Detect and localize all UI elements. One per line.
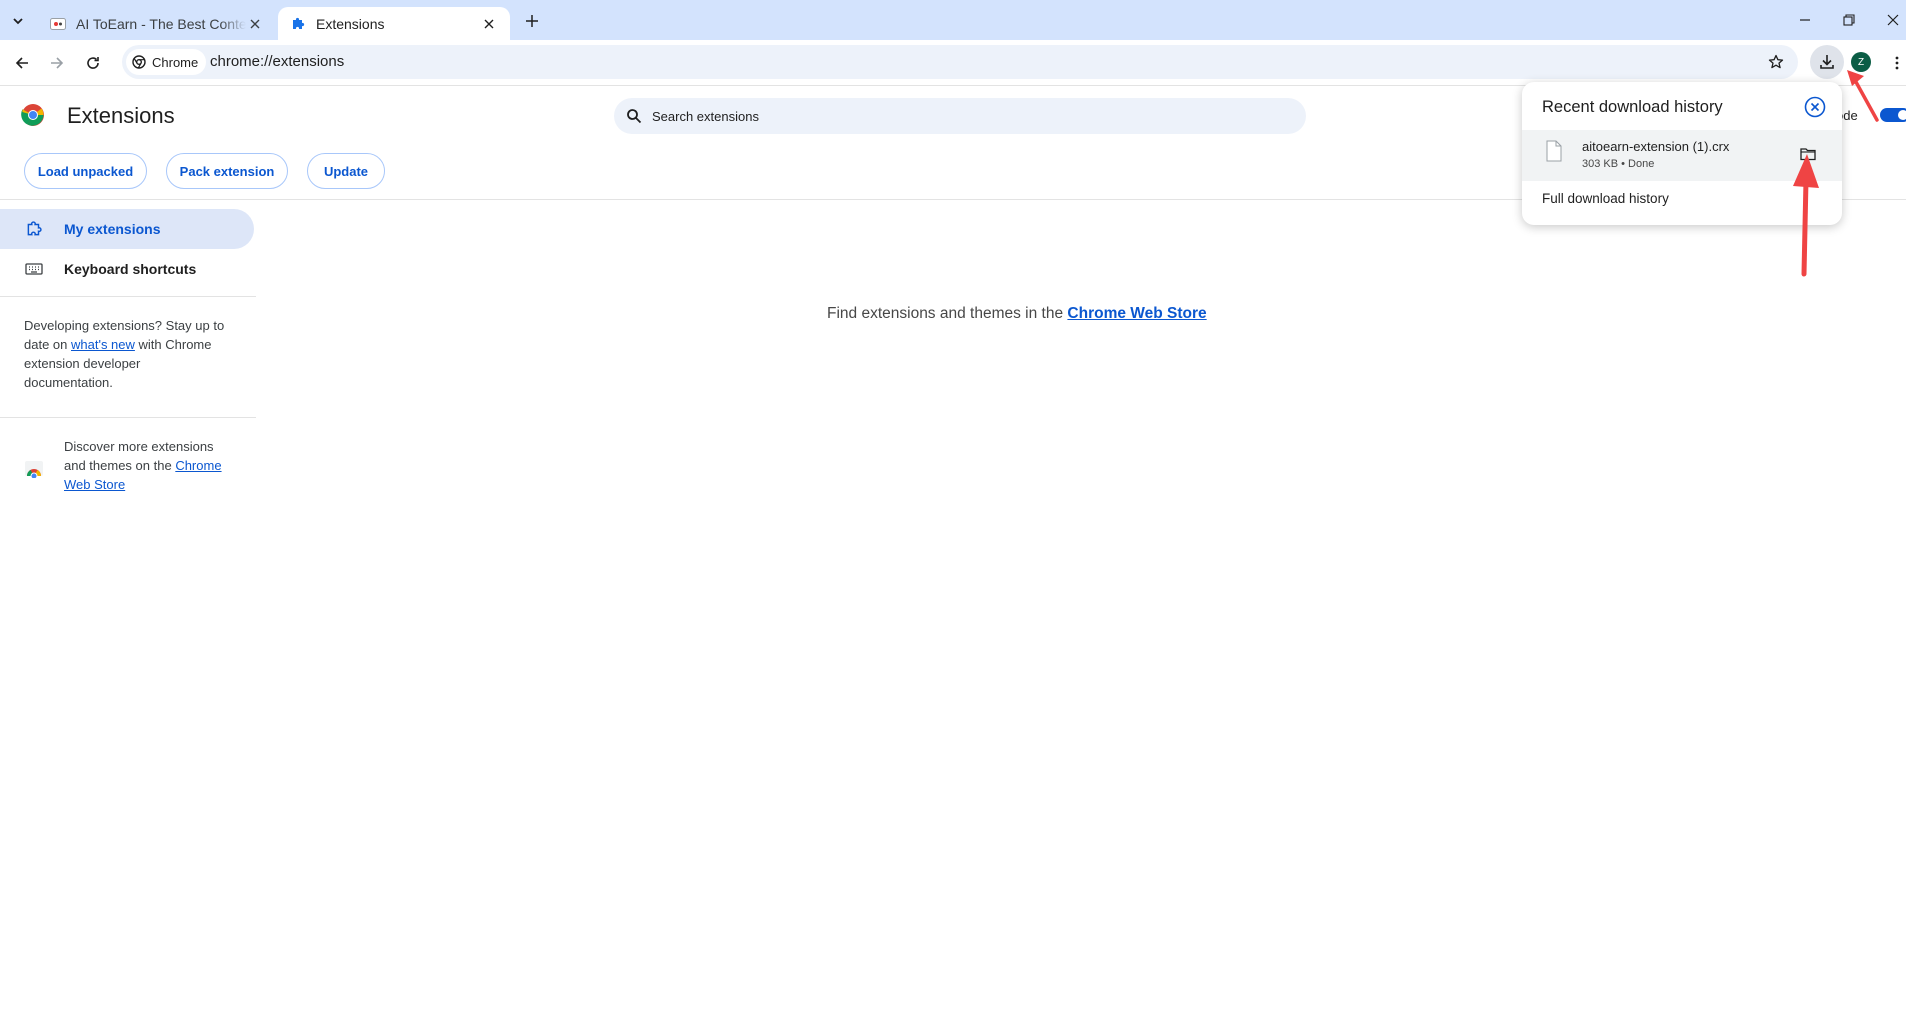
chrome-icon <box>132 55 146 69</box>
sidebar-item-my-extensions[interactable]: My extensions <box>0 209 254 249</box>
more-vert-icon <box>1895 56 1899 70</box>
chrome-web-store-link[interactable]: Chrome Web Store <box>1067 305 1206 322</box>
keyboard-icon <box>24 259 44 279</box>
toolbar: Chrome chrome://extensions Z <box>0 40 1906 86</box>
forward-button[interactable] <box>45 51 69 75</box>
page-title: Extensions <box>67 103 175 128</box>
restore-icon <box>1843 14 1855 26</box>
sidebar-item-keyboard-shortcuts[interactable]: Keyboard shortcuts <box>0 249 254 289</box>
address-bar[interactable]: Chrome chrome://extensions <box>122 45 1798 79</box>
more-menu-button[interactable] <box>1888 51 1906 75</box>
tab-list-button[interactable] <box>6 9 30 33</box>
site-chip[interactable]: Chrome <box>126 49 207 75</box>
update-button[interactable]: Update <box>307 153 385 189</box>
downloads-button[interactable] <box>1810 45 1844 79</box>
reload-button[interactable] <box>81 51 105 75</box>
tab-strip: AI ToEarn - The Best Content Extensions <box>0 0 1906 40</box>
restore-button[interactable] <box>1836 8 1862 32</box>
close-icon[interactable] <box>246 15 264 33</box>
site-chip-label: Chrome <box>152 54 199 70</box>
discover-text: Discover more extensions and themes on t… <box>64 437 234 494</box>
full-download-history-link[interactable]: Full download history <box>1542 191 1669 206</box>
close-icon[interactable] <box>480 15 498 33</box>
web-store-icon <box>25 461 43 478</box>
star-icon <box>1768 54 1784 69</box>
profile-avatar[interactable]: Z <box>1851 52 1871 72</box>
folder-icon <box>1800 148 1816 161</box>
whats-new-link[interactable]: what's new <box>71 337 135 352</box>
search-placeholder: Search extensions <box>652 108 759 124</box>
load-unpacked-button[interactable]: Load unpacked <box>24 153 147 189</box>
tab-extensions[interactable]: Extensions <box>278 7 510 40</box>
empty-state-message: Find extensions and themes in the Chrome… <box>827 305 1207 323</box>
download-bubble: Recent download history aitoearn-extensi… <box>1522 82 1842 225</box>
show-in-folder-button[interactable] <box>1798 144 1818 164</box>
download-bubble-title: Recent download history <box>1542 98 1723 116</box>
url-text[interactable]: chrome://extensions <box>210 53 344 70</box>
developer-mode-toggle[interactable] <box>1880 108 1906 122</box>
search-icon <box>626 108 642 124</box>
favicon-icon <box>50 16 66 32</box>
tab-title: AI ToEarn - The Best Content <box>76 15 246 32</box>
back-icon <box>15 57 28 69</box>
forward-icon <box>51 57 64 69</box>
sidebar-divider <box>0 417 256 418</box>
puzzle-icon <box>290 16 306 32</box>
tab-title: Extensions <box>316 15 385 32</box>
minimize-button[interactable] <box>1792 8 1818 32</box>
download-bubble-close-button[interactable] <box>1804 96 1826 118</box>
empty-state-text: Find extensions and themes in the <box>827 305 1068 322</box>
developer-info-text: Developing extensions? Stay up to date o… <box>24 316 230 392</box>
puzzle-icon <box>24 219 44 239</box>
file-icon <box>1546 140 1562 162</box>
tab-list-icon <box>13 18 23 25</box>
tab-aitoearn[interactable]: AI ToEarn - The Best Content <box>38 7 276 40</box>
close-icon <box>1887 14 1899 26</box>
chrome-logo-icon <box>21 104 44 126</box>
minimize-icon <box>1800 19 1810 21</box>
sidebar-item-label: Keyboard shortcuts <box>64 261 197 277</box>
sidebar-item-label: My extensions <box>64 221 161 237</box>
close-icon <box>1804 96 1826 118</box>
download-item[interactable]: aitoearn-extension (1).crx 303 KB • Done <box>1522 130 1842 181</box>
download-filename: aitoearn-extension (1).crx <box>1582 139 1730 154</box>
download-icon <box>1820 55 1834 69</box>
back-button[interactable] <box>10 51 34 75</box>
close-window-button[interactable] <box>1880 8 1906 32</box>
plus-icon <box>526 15 538 27</box>
sidebar-divider <box>0 296 256 297</box>
download-status: 303 KB • Done <box>1582 158 1655 170</box>
bookmark-star-button[interactable] <box>1766 52 1786 72</box>
new-tab-button[interactable] <box>520 9 544 33</box>
reload-icon <box>87 57 99 69</box>
search-extensions-input[interactable]: Search extensions <box>614 98 1306 134</box>
pack-extension-button[interactable]: Pack extension <box>166 153 288 189</box>
